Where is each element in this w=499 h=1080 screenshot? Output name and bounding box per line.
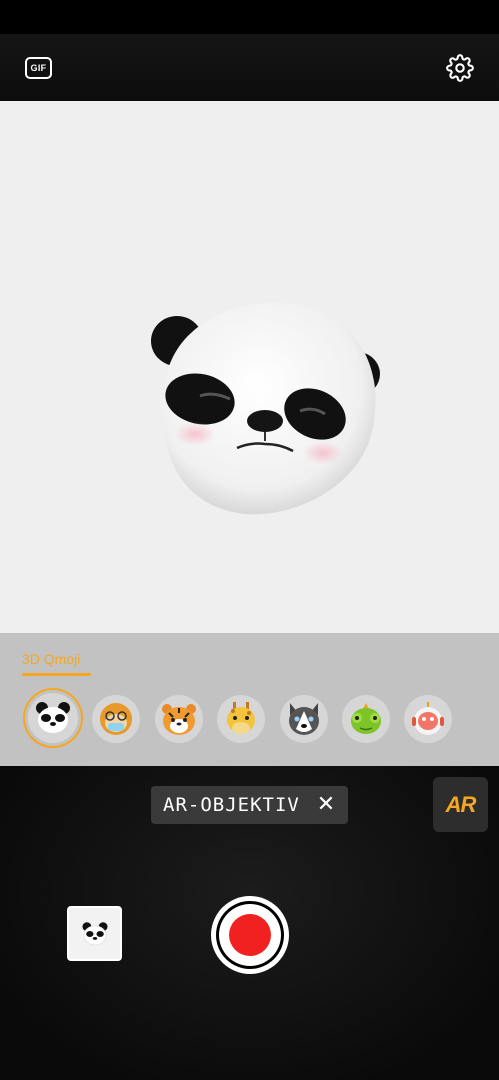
record-button-ring	[216, 901, 284, 969]
record-icon	[229, 914, 271, 956]
gif-button[interactable]: GIF	[25, 57, 52, 79]
giraffe-icon	[227, 702, 255, 734]
gallery-thumbnail[interactable]	[67, 906, 122, 961]
robot-icon	[412, 702, 444, 735]
ar-mode-button[interactable]: AR	[433, 777, 488, 832]
qmoji-item-chameleon[interactable]	[342, 695, 390, 743]
monkey-icon	[100, 703, 132, 735]
ar-lens-label: AR-OBJEKTIV	[163, 794, 300, 816]
record-button-inner	[219, 904, 281, 966]
chameleon-icon	[351, 703, 381, 734]
qmoji-item-giraffe[interactable]	[217, 695, 265, 743]
husky-icon	[289, 703, 319, 735]
qmoji-item-panda[interactable]	[28, 693, 78, 743]
tab-3d-qmoji[interactable]: 3D Qmoji	[22, 651, 80, 667]
top-toolbar: GIF	[0, 34, 499, 101]
ar-lens-chip[interactable]: AR-OBJEKTIV ✕	[151, 786, 348, 824]
camera-preview[interactable]	[0, 101, 499, 633]
qmoji-item-robot[interactable]	[404, 695, 452, 743]
qmoji-item-husky[interactable]	[280, 695, 328, 743]
status-bar	[0, 0, 499, 34]
panda-icon	[81, 921, 108, 945]
camera-controls: AR-OBJEKTIV ✕ AR	[0, 766, 499, 1080]
record-button[interactable]	[211, 896, 289, 974]
qmoji-item-tiger[interactable]	[155, 695, 203, 743]
panda-avatar-preview	[151, 302, 380, 515]
qmoji-item-monkey[interactable]	[92, 695, 140, 743]
close-icon[interactable]: ✕	[316, 793, 336, 815]
ar-logo-icon: AR	[445, 791, 477, 817]
qmoji-panel: 3D Qmoji	[0, 633, 499, 766]
tiger-icon	[162, 704, 196, 735]
tab-underline	[22, 673, 91, 676]
panda-icon	[36, 702, 70, 733]
gear-icon[interactable]	[446, 54, 474, 82]
